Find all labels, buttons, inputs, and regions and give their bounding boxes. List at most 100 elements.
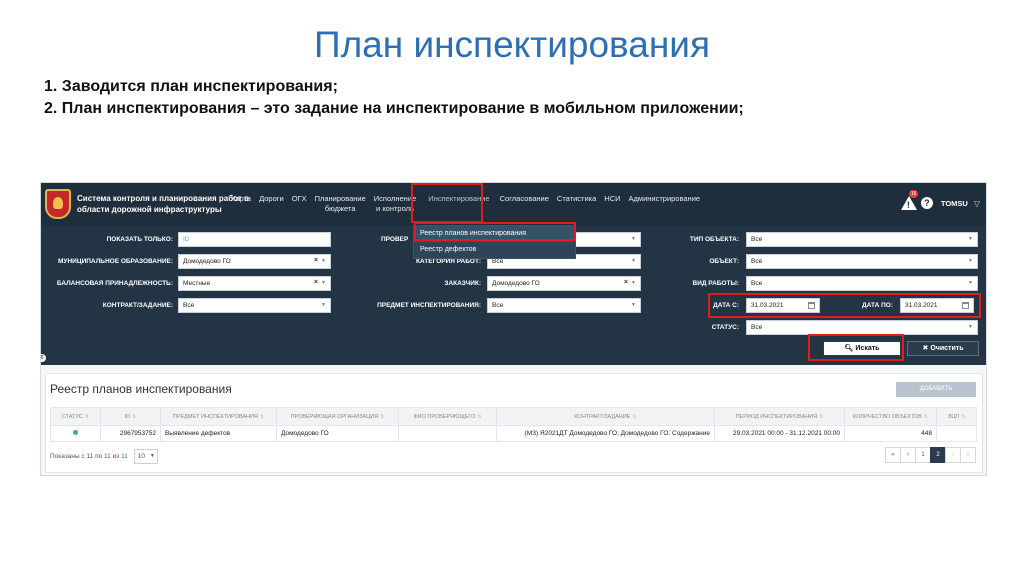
balance-value: Местные <box>183 280 211 287</box>
object-value: Все <box>751 258 763 265</box>
date-from-value: 31.03.2021 <box>751 302 784 309</box>
clear-x-icon[interactable]: × <box>314 257 318 264</box>
clear-button[interactable]: ✖ Очистить <box>907 341 979 356</box>
close-icon: ✖ <box>922 345 929 352</box>
date-from-input[interactable]: 31.03.2021 <box>746 298 820 313</box>
calendar-icon[interactable] <box>962 302 969 309</box>
bullet-1: 1. Заводится план инспектирования; <box>44 78 338 95</box>
chevron-down-icon: ▼ <box>149 453 155 459</box>
date-to-label: ДАТА ПО: <box>862 302 893 309</box>
dropdown-item-defects[interactable]: Реестр дефектов <box>414 242 575 258</box>
customer-value: Домодедово ГО <box>492 280 540 287</box>
registry-title: Реестр планов инспектирования <box>50 382 232 396</box>
clear-x-icon[interactable]: × <box>624 279 628 286</box>
subject-select[interactable]: Все ▼ <box>487 298 641 313</box>
menu-item-execution-control[interactable]: Исполнение и контроль <box>370 183 420 225</box>
page-prev-button[interactable]: ‹ <box>900 447 916 463</box>
sort-icon: ⇅ <box>380 413 385 420</box>
work-category-label: КАТЕГОРИЯ РАБОТ: <box>415 258 481 265</box>
column-header-label: ID <box>124 413 131 420</box>
balance-select[interactable]: Местные × ▼ <box>178 276 331 291</box>
page-size-select[interactable]: 10 ▼ <box>133 449 158 464</box>
chevron-down-icon[interactable]: ▽ <box>974 199 980 208</box>
object-type-select[interactable]: Все ▼ <box>746 232 978 247</box>
column-header-subject[interactable]: ПРЕДМЕТ ИНСПЕКТИРОВАНИЯ ⇅ <box>160 407 277 426</box>
calendar-icon[interactable] <box>808 302 815 309</box>
search-button[interactable]: 🔍︎ Искать <box>823 341 901 356</box>
column-header-label: ПЕРИОД ИНСПЕКТИРОВАНИЯ <box>735 413 818 420</box>
cell-status <box>50 425 101 442</box>
menu-item-statistics[interactable]: Статистика <box>553 183 600 225</box>
table-row[interactable]: 2967953752 Выявление дефектов Домодедово… <box>50 425 977 442</box>
contract-label: КОНТРАКТ/ЗАДАНИЕ: <box>102 302 173 309</box>
menu-item-ogh[interactable]: ОГХ <box>288 183 311 225</box>
page-next-button[interactable]: › <box>945 447 961 463</box>
column-header-inspector[interactable]: ФИО ПРОВЕРЯЮЩЕГО ⇅ <box>398 407 497 426</box>
app-screenshot: Система контроля и планирования работ в … <box>40 182 987 476</box>
page-2-button[interactable]: 2 <box>930 447 946 463</box>
clear-x-icon[interactable]: × <box>314 279 318 286</box>
menu-item-inspection[interactable]: Инспектирование <box>420 183 495 225</box>
contract-select[interactable]: Все ▼ <box>178 298 331 313</box>
column-header-period[interactable]: ПЕРИОД ИНСПЕКТИРОВАНИЯ ⇅ <box>714 407 845 426</box>
cell-id: 2967953752 <box>100 425 161 442</box>
menu-item-approval[interactable]: Согласование <box>496 183 553 225</box>
object-select[interactable]: Все ▼ <box>746 254 978 269</box>
column-header-label: ПРЕДМЕТ ИНСПЕКТИРОВАНИЯ <box>172 413 258 420</box>
dropdown-item-inspection-plans[interactable]: Реестр планов инспектирования <box>414 226 575 242</box>
coat-of-arms-logo-icon[interactable] <box>45 189 71 219</box>
chevron-down-icon: ▼ <box>321 302 326 308</box>
page-last-button[interactable]: » <box>960 447 976 463</box>
subject-value: Все <box>492 302 504 309</box>
column-header-count[interactable]: КОЛИЧЕСТВО ОБЪЕКТОВ ⇅ <box>844 407 937 426</box>
status-label: СТАТУС: <box>711 324 739 331</box>
cell-period: 29.03.2021 00:00 - 31.12.2021 00:00 <box>714 425 845 442</box>
sort-icon: ⇅ <box>259 413 265 420</box>
status-value: Все <box>751 324 763 331</box>
column-header-sign[interactable]: ЭЦП ⇅ <box>936 407 977 426</box>
help-icon[interactable]: ? <box>920 197 933 209</box>
column-header-contract[interactable]: КОНТРАКТ/ЗАДАНИЕ ⇅ <box>496 407 715 426</box>
column-header-organization[interactable]: ПРОВЕРЯЮЩАЯ ОРГАНИЗАЦИЯ ⇅ <box>276 407 399 426</box>
customer-select[interactable]: Домодедово ГО × ▼ <box>487 276 641 291</box>
table-header-row: СТАТУС ⇅ ID ⇅ ПРЕДМЕТ ИНСПЕКТИРОВАНИЯ ⇅ ПРО… <box>50 407 977 426</box>
chevron-down-icon: ▼ <box>321 258 326 264</box>
cell-contract: (МЗ) Я2021ДТ Домодедово ГО; Домодедово Г… <box>496 425 715 442</box>
menu-item-budget-planning[interactable]: Планирование бюджета <box>311 183 370 225</box>
search-button-label: Искать <box>855 345 880 352</box>
sort-icon: ⇅ <box>923 413 928 420</box>
menu-item-map[interactable]: Карта <box>227 183 255 225</box>
menu-item-nsi[interactable]: НСИ <box>600 183 624 225</box>
sort-icon: ⇅ <box>132 413 137 420</box>
inspection-dropdown: Реестр планов инспектирования Реестр деф… <box>413 225 576 259</box>
menu-item-administration[interactable]: Администрирование <box>625 183 705 225</box>
municipal-select[interactable]: Домодедово ГО × ▼ <box>178 254 331 269</box>
user-name[interactable]: TOMSU <box>941 199 968 208</box>
clear-button-label: Очистить <box>930 345 964 352</box>
chevron-down-icon: ▼ <box>968 280 973 286</box>
status-select[interactable]: Все ▼ <box>746 320 978 335</box>
registry-table: СТАТУС ⇅ ID ⇅ ПРЕДМЕТ ИНСПЕКТИРОВАНИЯ ⇅ ПРО… <box>50 407 977 442</box>
cell-organization: Домодедово ГО <box>276 425 399 442</box>
cell-sign <box>936 425 977 442</box>
object-label: ОБЪЕКТ: <box>709 258 739 265</box>
column-header-status[interactable]: СТАТУС ⇅ <box>50 407 101 426</box>
registry-panel: Реестр планов инспектирования ДОБАВИТЬ С… <box>45 373 983 473</box>
records-total: 11 <box>121 453 128 460</box>
search-icon: 🔍︎ <box>844 345 854 352</box>
main-menu: Карта Дороги ОГХ Планирование бюджета Ис… <box>227 183 704 225</box>
column-header-id[interactable]: ID ⇅ <box>100 407 161 426</box>
menu-item-roads[interactable]: Дороги <box>255 183 288 225</box>
work-type-select[interactable]: Все ▼ <box>746 276 978 291</box>
date-to-input[interactable]: 31.03.2021 <box>900 298 974 313</box>
page-1-button[interactable]: 1 <box>915 447 931 463</box>
cell-inspector <box>398 425 497 442</box>
add-button[interactable]: ДОБАВИТЬ <box>896 382 976 397</box>
page-first-button[interactable]: « <box>885 447 901 463</box>
chevron-down-icon: ▼ <box>631 302 636 308</box>
sort-icon: ⇅ <box>961 413 966 420</box>
show-only-input[interactable]: ID <box>178 232 331 247</box>
work-type-label: ВИД РАБОТЫ: <box>692 280 740 287</box>
subject-label: ПРЕДМЕТ ИНСПЕКТИРОВАНИЯ: <box>377 302 481 309</box>
warning-icon[interactable]: ! 16 <box>900 190 919 211</box>
